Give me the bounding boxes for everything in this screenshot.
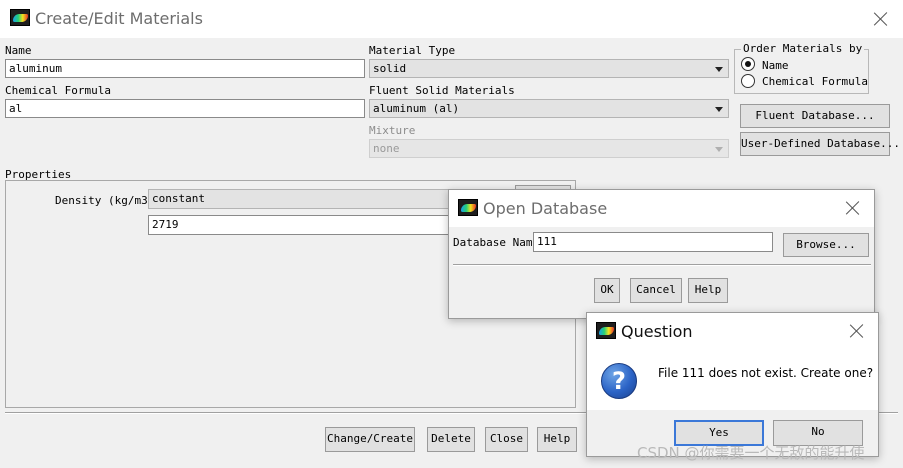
main-window-title: Create/Edit Materials <box>35 9 203 28</box>
order-by-name-label[interactable]: Name <box>762 59 789 72</box>
change-create-button[interactable]: Change/Create <box>325 427 415 452</box>
name-label: Name <box>5 44 32 57</box>
mixture-value: none <box>373 142 400 155</box>
fluent-app-icon <box>596 322 616 339</box>
fluent-database-button[interactable]: Fluent Database... <box>740 104 890 128</box>
question-icon: ? <box>601 363 637 399</box>
material-type-label: Material Type <box>369 44 456 57</box>
density-label: Density (kg/m3) <box>55 194 155 207</box>
density-method-dropdown[interactable]: constant <box>148 189 458 209</box>
order-materials-label: Order Materials by <box>741 42 865 55</box>
database-name-field[interactable]: 111 <box>533 232 773 252</box>
delete-button[interactable]: Delete <box>427 427 475 452</box>
material-type-value: solid <box>373 62 407 75</box>
fluent-app-icon <box>458 199 478 216</box>
fluent-solid-materials-label: Fluent Solid Materials <box>369 84 515 97</box>
help-button[interactable]: Help <box>537 427 577 452</box>
chemical-formula-field[interactable]: al <box>5 99 365 118</box>
fluent-app-icon <box>10 9 30 26</box>
ok-button[interactable]: OK <box>594 278 620 303</box>
fluent-solid-materials-value: aluminum (al) <box>373 102 460 115</box>
density-value-field[interactable]: 2719 <box>148 215 458 235</box>
csdn-watermark: CSDN @你需要一个无敌的能升使 <box>637 444 865 462</box>
dropdown-arrow-icon <box>715 67 723 72</box>
help-button[interactable]: Help <box>688 278 728 303</box>
close-button[interactable]: Close <box>485 427 528 452</box>
dropdown-arrow-icon <box>715 147 723 152</box>
order-by-formula-label[interactable]: Chemical Formula <box>762 75 868 88</box>
open-database-dialog: Open Database Database Name 111 Browse..… <box>448 189 875 319</box>
main-title-bar[interactable]: Create/Edit Materials <box>0 0 903 38</box>
name-field[interactable]: aluminum <box>5 59 365 78</box>
question-body: ? File 111 does not exist. Create one? <box>587 350 878 410</box>
order-by-formula-radio[interactable] <box>741 74 755 88</box>
question-dialog: Question ? File 111 does not exist. Crea… <box>586 312 879 457</box>
material-type-dropdown[interactable]: solid <box>369 59 729 78</box>
density-method-value: constant <box>152 192 205 205</box>
order-by-name-radio[interactable] <box>741 57 755 71</box>
open-database-title-bar[interactable]: Open Database <box>449 190 874 227</box>
mixture-dropdown: none <box>369 139 729 158</box>
close-icon[interactable] <box>846 201 860 215</box>
cancel-button[interactable]: Cancel <box>630 278 682 303</box>
dropdown-arrow-icon <box>715 107 723 112</box>
chemical-formula-label: Chemical Formula <box>5 84 111 97</box>
user-defined-database-button[interactable]: User-Defined Database... <box>740 132 900 156</box>
close-icon[interactable] <box>850 324 864 338</box>
question-title-bar[interactable]: Question <box>587 313 878 350</box>
question-title: Question <box>621 322 693 341</box>
open-database-separator <box>453 264 871 266</box>
fluent-solid-materials-dropdown[interactable]: aluminum (al) <box>369 99 729 118</box>
mixture-label: Mixture <box>369 124 416 137</box>
question-message: File 111 does not exist. Create one? <box>658 366 874 380</box>
open-database-title: Open Database <box>483 199 608 218</box>
close-icon[interactable] <box>874 12 888 26</box>
database-name-label: Database Name <box>453 236 540 249</box>
browse-button[interactable]: Browse... <box>783 233 869 257</box>
